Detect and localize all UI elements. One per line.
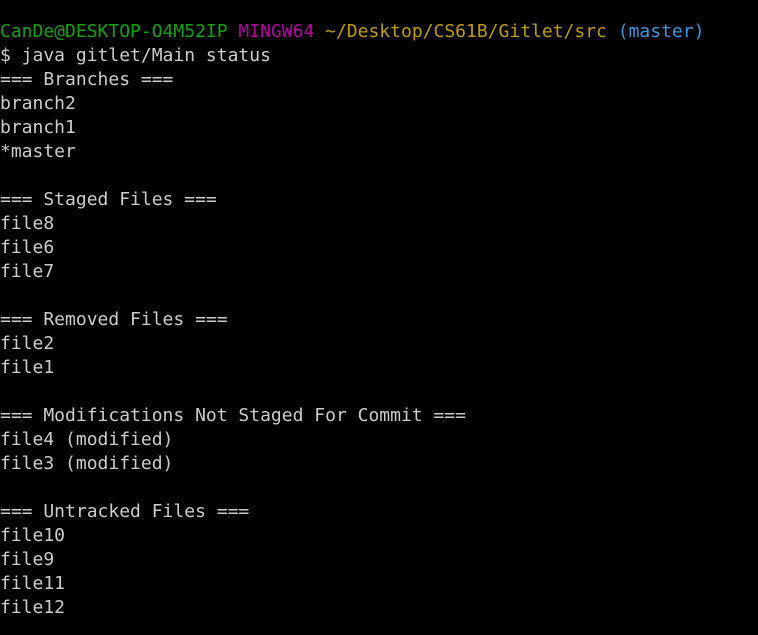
modified-file-item: file4 (modified) xyxy=(0,429,174,450)
prompt-branch: (master) xyxy=(617,21,705,42)
untracked-file-item: file10 xyxy=(0,525,66,546)
prompt-path: ~/Desktop/CS61B/Gitlet/src xyxy=(325,21,607,42)
section-header-modifications: === Modifications Not Staged For Commit … xyxy=(0,405,466,426)
command-line: $ java gitlet/Main status xyxy=(0,45,271,66)
staged-file-item: file6 xyxy=(0,237,55,258)
staged-file-item: file7 xyxy=(0,261,55,282)
section-header-branches: === Branches === xyxy=(0,69,174,90)
prompt-environment: MINGW64 xyxy=(238,21,315,42)
untracked-file-item: file9 xyxy=(0,549,55,570)
terminal-window[interactable]: CanDe@DESKTOP-O4M52IP MINGW64 ~/Desktop/… xyxy=(0,0,758,635)
prompt-user-host: CanDe@DESKTOP-O4M52IP xyxy=(0,21,228,42)
staged-file-item: file8 xyxy=(0,213,55,234)
removed-file-item: file2 xyxy=(0,333,55,354)
branch-item: branch1 xyxy=(0,117,76,138)
section-header-untracked: === Untracked Files === xyxy=(0,501,250,522)
branch-item: branch2 xyxy=(0,93,76,114)
section-header-removed: === Removed Files === xyxy=(0,309,228,330)
modified-file-item: file3 (modified) xyxy=(0,453,174,474)
branch-item-current: *master xyxy=(0,141,76,162)
shell-prompt: CanDe@DESKTOP-O4M52IP MINGW64 ~/Desktop/… xyxy=(0,20,758,44)
untracked-file-item: file11 xyxy=(0,573,66,594)
removed-file-item: file1 xyxy=(0,357,55,378)
section-header-staged: === Staged Files === xyxy=(0,189,217,210)
untracked-file-item: file12 xyxy=(0,597,66,618)
